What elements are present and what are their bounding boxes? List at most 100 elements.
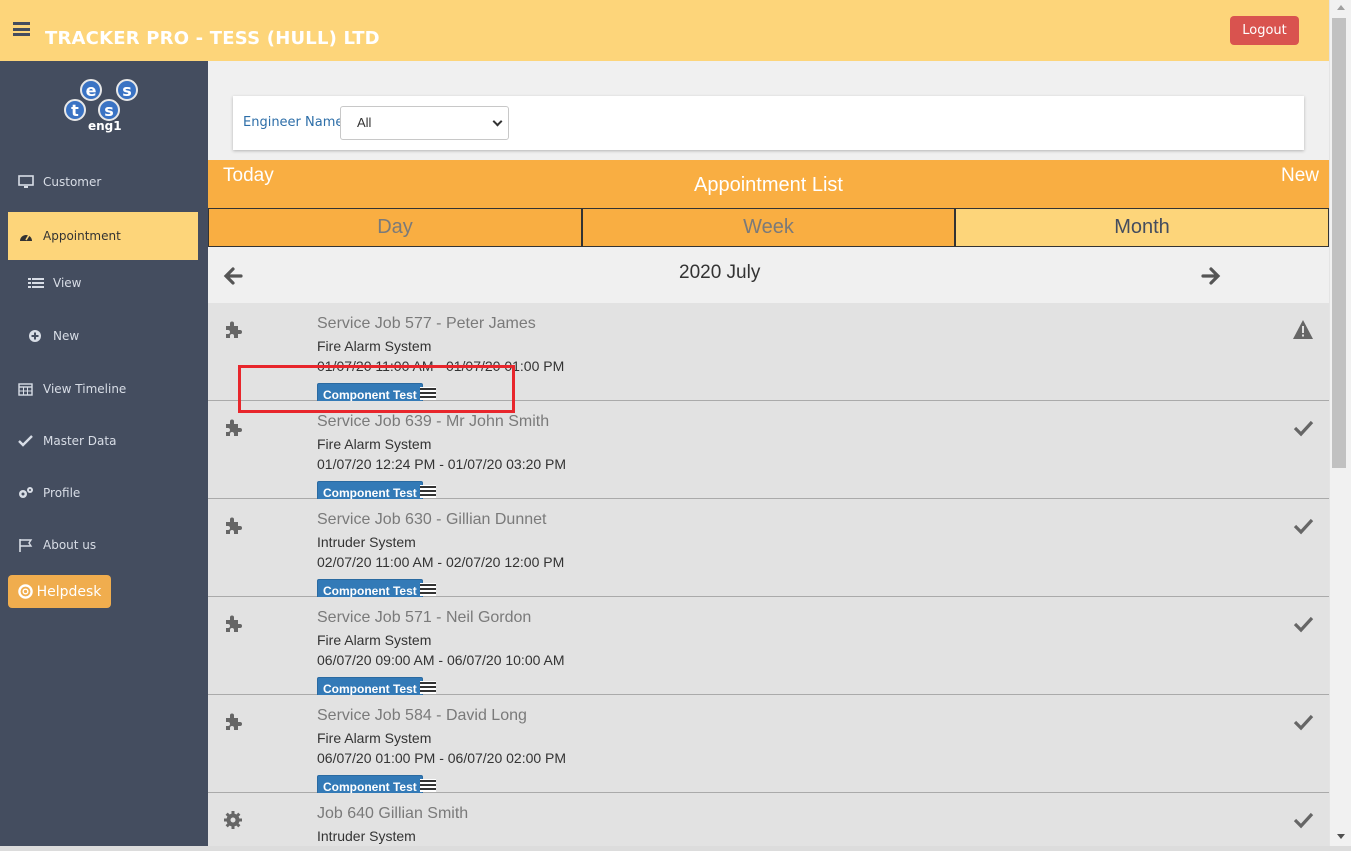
- sidebar-item-about-us[interactable]: About us: [8, 521, 198, 569]
- monitor-icon: [18, 175, 34, 188]
- appointment-system: Intruder System: [317, 534, 416, 550]
- warning-icon: [1293, 320, 1313, 339]
- engineer-filter-card: Engineer Name All: [233, 96, 1304, 150]
- app-title: TRACKER PRO - TESS (HULL) LTD: [45, 28, 380, 49]
- gears-icon: [19, 487, 33, 498]
- appointment-list-title: Appointment List: [694, 174, 843, 196]
- check-icon: [1293, 812, 1314, 829]
- check-icon: [1293, 714, 1314, 731]
- sidebar-item-customer[interactable]: Customer: [8, 158, 198, 206]
- logout-button[interactable]: Logout: [1230, 16, 1299, 45]
- check-icon: [1293, 420, 1314, 437]
- logo-letter: t: [64, 99, 86, 121]
- month-navigation: 2020 July: [208, 247, 1329, 303]
- scroll-down-icon[interactable]: [1337, 834, 1345, 839]
- sidebar-item-label: Master Data: [43, 434, 117, 448]
- appointment-time: 06/07/20 01:00 PM - 06/07/20 02:00 PM: [317, 750, 567, 766]
- appointment-row[interactable]: Service Job 630 - Gillian Dunnet Intrude…: [208, 499, 1329, 601]
- appointment-title: Job 640 Gillian Smith: [317, 805, 469, 822]
- appointment-title: Service Job 577 - Peter James: [317, 315, 536, 332]
- appointment-title: Service Job 630 - Gillian Dunnet: [317, 511, 547, 528]
- sidebar-item-label: View: [53, 276, 82, 290]
- sidebar-item-label: Customer: [43, 175, 102, 189]
- appointment-row[interactable]: Service Job 571 - Neil Gordon Fire Alarm…: [208, 597, 1329, 699]
- company-logo: t e s s eng1: [60, 75, 145, 137]
- sidebar: t e s s eng1 Customer Appointment View N…: [0, 61, 208, 846]
- current-month: 2020 July: [679, 262, 761, 283]
- list-icon: [28, 278, 44, 288]
- appointment-time: 02/07/20 11:00 AM - 02/07/20 12:00 PM: [317, 554, 565, 570]
- details-list-icon[interactable]: [420, 387, 436, 400]
- life-ring-icon: [17, 584, 33, 599]
- dashboard-icon: [20, 234, 32, 241]
- appointment-title: Service Job 639 - Mr John Smith: [317, 413, 550, 430]
- chevron-down-icon: [492, 116, 503, 127]
- appointment-row[interactable]: Job 640 Gillian Smith Intruder System: [208, 793, 1329, 846]
- sidebar-item-view[interactable]: View: [8, 259, 198, 307]
- plus-circle-icon: [29, 330, 41, 342]
- appointment-system: Fire Alarm System: [317, 632, 432, 648]
- appointment-row[interactable]: Service Job 639 - Mr John Smith Fire Ala…: [208, 401, 1329, 503]
- puzzle-icon: [226, 321, 242, 338]
- view-tabs: Day Week Month: [208, 208, 1329, 247]
- scrollbar-thumb[interactable]: [1332, 18, 1346, 468]
- engineer-name-value: All: [357, 115, 372, 130]
- check-icon: [1293, 518, 1314, 535]
- window-bottom-edge: [0, 846, 1351, 851]
- sidebar-item-label: View Timeline: [43, 382, 127, 396]
- calendar-icon: [18, 383, 33, 396]
- sidebar-item-new[interactable]: New: [8, 312, 198, 360]
- tab-day[interactable]: Day: [208, 208, 582, 247]
- sidebar-item-profile[interactable]: Profile: [8, 469, 198, 517]
- details-list-icon[interactable]: [420, 779, 436, 792]
- sidebar-item-label: New: [53, 329, 80, 343]
- details-list-icon[interactable]: [420, 681, 436, 694]
- puzzle-icon: [226, 517, 242, 534]
- scrollbar[interactable]: [1329, 0, 1351, 846]
- appointment-time: 01/07/20 12:24 PM - 01/07/20 03:20 PM: [317, 456, 567, 472]
- helpdesk-button[interactable]: Helpdesk: [8, 575, 111, 608]
- appointment-row[interactable]: Service Job 584 - David Long Fire Alarm …: [208, 695, 1329, 797]
- flag-icon: [19, 539, 33, 552]
- appointment-system: Fire Alarm System: [317, 338, 432, 354]
- engineer-name-label: Engineer Name: [243, 115, 344, 130]
- details-list-icon[interactable]: [420, 583, 436, 596]
- today-link[interactable]: Today: [223, 165, 274, 187]
- logo-letter: e: [80, 79, 102, 101]
- appointment-system: Fire Alarm System: [317, 436, 432, 452]
- appointment-title: Service Job 571 - Neil Gordon: [317, 609, 532, 626]
- check-icon: [1293, 616, 1314, 633]
- sidebar-item-view-timeline[interactable]: View Timeline: [8, 365, 198, 413]
- appointment-system: Fire Alarm System: [317, 730, 432, 746]
- scroll-up-icon[interactable]: [1337, 5, 1345, 10]
- top-bar: TRACKER PRO - TESS (HULL) LTD Logout: [0, 0, 1329, 61]
- appointment-row[interactable]: Service Job 577 - Peter James Fire Alarm…: [208, 303, 1329, 405]
- sidebar-item-label: Appointment: [43, 229, 121, 243]
- logo-letter: s: [98, 99, 120, 121]
- sidebar-item-label: Profile: [43, 486, 81, 500]
- hamburger-menu-icon[interactable]: [13, 22, 30, 36]
- details-list-icon[interactable]: [420, 485, 436, 498]
- engineer-name-select[interactable]: All: [340, 106, 509, 140]
- new-appointment-link[interactable]: New: [1281, 165, 1319, 187]
- appointment-title: Service Job 584 - David Long: [317, 707, 527, 724]
- arrow-left-icon[interactable]: [222, 265, 244, 287]
- arrow-right-icon[interactable]: [1200, 265, 1222, 287]
- tab-month[interactable]: Month: [955, 208, 1329, 247]
- appointment-time: 01/07/20 11:00 AM - 01/07/20 01:00 PM: [317, 358, 565, 374]
- tab-week[interactable]: Week: [582, 208, 955, 247]
- helpdesk-label: Helpdesk: [36, 583, 102, 600]
- sidebar-item-label: About us: [43, 538, 97, 552]
- appointment-time: 06/07/20 09:00 AM - 06/07/20 10:00 AM: [317, 652, 565, 668]
- sidebar-item-appointment[interactable]: Appointment: [8, 212, 198, 260]
- puzzle-icon: [226, 419, 242, 436]
- sidebar-item-master-data[interactable]: Master Data: [8, 417, 198, 465]
- appointment-list: Service Job 577 - Peter James Fire Alarm…: [208, 303, 1329, 846]
- check-icon: [18, 435, 33, 447]
- puzzle-icon: [226, 615, 242, 632]
- appointment-system: Intruder System: [317, 828, 416, 844]
- logged-in-user: eng1: [88, 119, 122, 133]
- gear-icon: [224, 811, 242, 829]
- appointment-header: Today Appointment List New: [208, 160, 1329, 208]
- puzzle-icon: [226, 713, 242, 730]
